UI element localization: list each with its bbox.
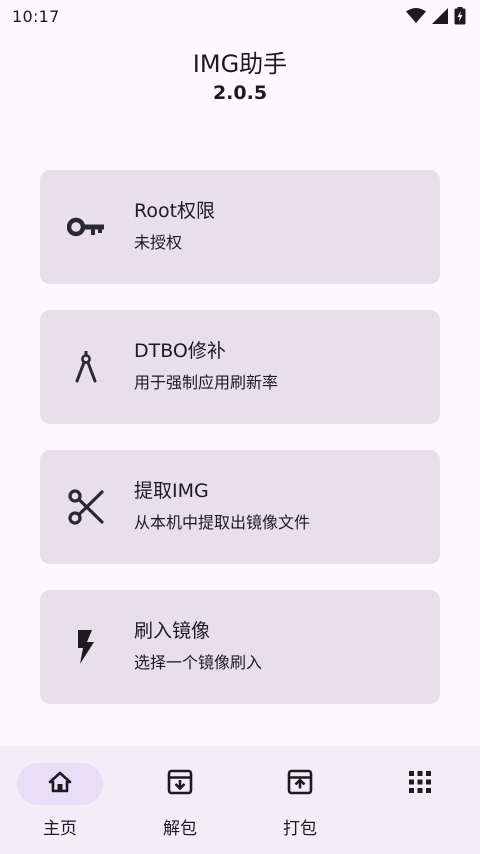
app-version: 2.0.5	[212, 82, 268, 104]
card-title: DTBO修补	[134, 340, 226, 362]
nav-item-unpack[interactable]: 解包	[120, 746, 240, 854]
nav-item-home[interactable]: 主页	[0, 746, 120, 854]
nav-label-unpack: 解包	[163, 819, 197, 839]
nav-item-more[interactable]	[360, 746, 480, 854]
status-time: 10:17	[12, 6, 60, 26]
card-title: 提取IMG	[134, 480, 209, 502]
flash-image-card[interactable]: 刷入镜像 选择一个镜像刷入	[40, 590, 440, 704]
card-subtitle: 选择一个镜像刷入	[134, 653, 263, 672]
battery-charging-icon	[454, 7, 466, 25]
card-title: Root权限	[134, 200, 216, 222]
extract-img-card[interactable]: 提取IMG 从本机中提取出镜像文件	[40, 450, 440, 564]
bottom-navigation: 主页 解包 打包	[0, 746, 480, 854]
home-icon	[48, 771, 72, 797]
status-icons	[406, 7, 466, 25]
card-subtitle: 用于强制应用刷新率	[134, 373, 279, 392]
nav-label-pack: 打包	[283, 819, 317, 839]
nav-active-indicator	[17, 763, 103, 805]
status-bar: 10:17	[0, 0, 480, 32]
compass-icon	[67, 348, 105, 386]
card-subtitle: 未授权	[134, 233, 183, 252]
card-subtitle: 从本机中提取出镜像文件	[134, 513, 311, 532]
key-icon	[67, 208, 105, 246]
apps-grid-icon	[409, 771, 431, 797]
card-title: 刷入镜像	[134, 620, 211, 642]
root-permission-card[interactable]: Root权限 未授权	[40, 170, 440, 284]
scissors-icon	[67, 488, 105, 526]
unarchive-box-icon	[167, 769, 193, 799]
nav-item-pack[interactable]: 打包	[240, 746, 360, 854]
flash-icon	[67, 628, 105, 666]
wifi-icon	[406, 8, 426, 24]
signal-icon	[432, 8, 448, 24]
dtbo-patch-card[interactable]: DTBO修补 用于强制应用刷新率	[40, 310, 440, 424]
nav-label-home: 主页	[43, 819, 77, 839]
app-title: IMG助手	[192, 50, 288, 78]
archive-box-icon	[287, 769, 313, 799]
